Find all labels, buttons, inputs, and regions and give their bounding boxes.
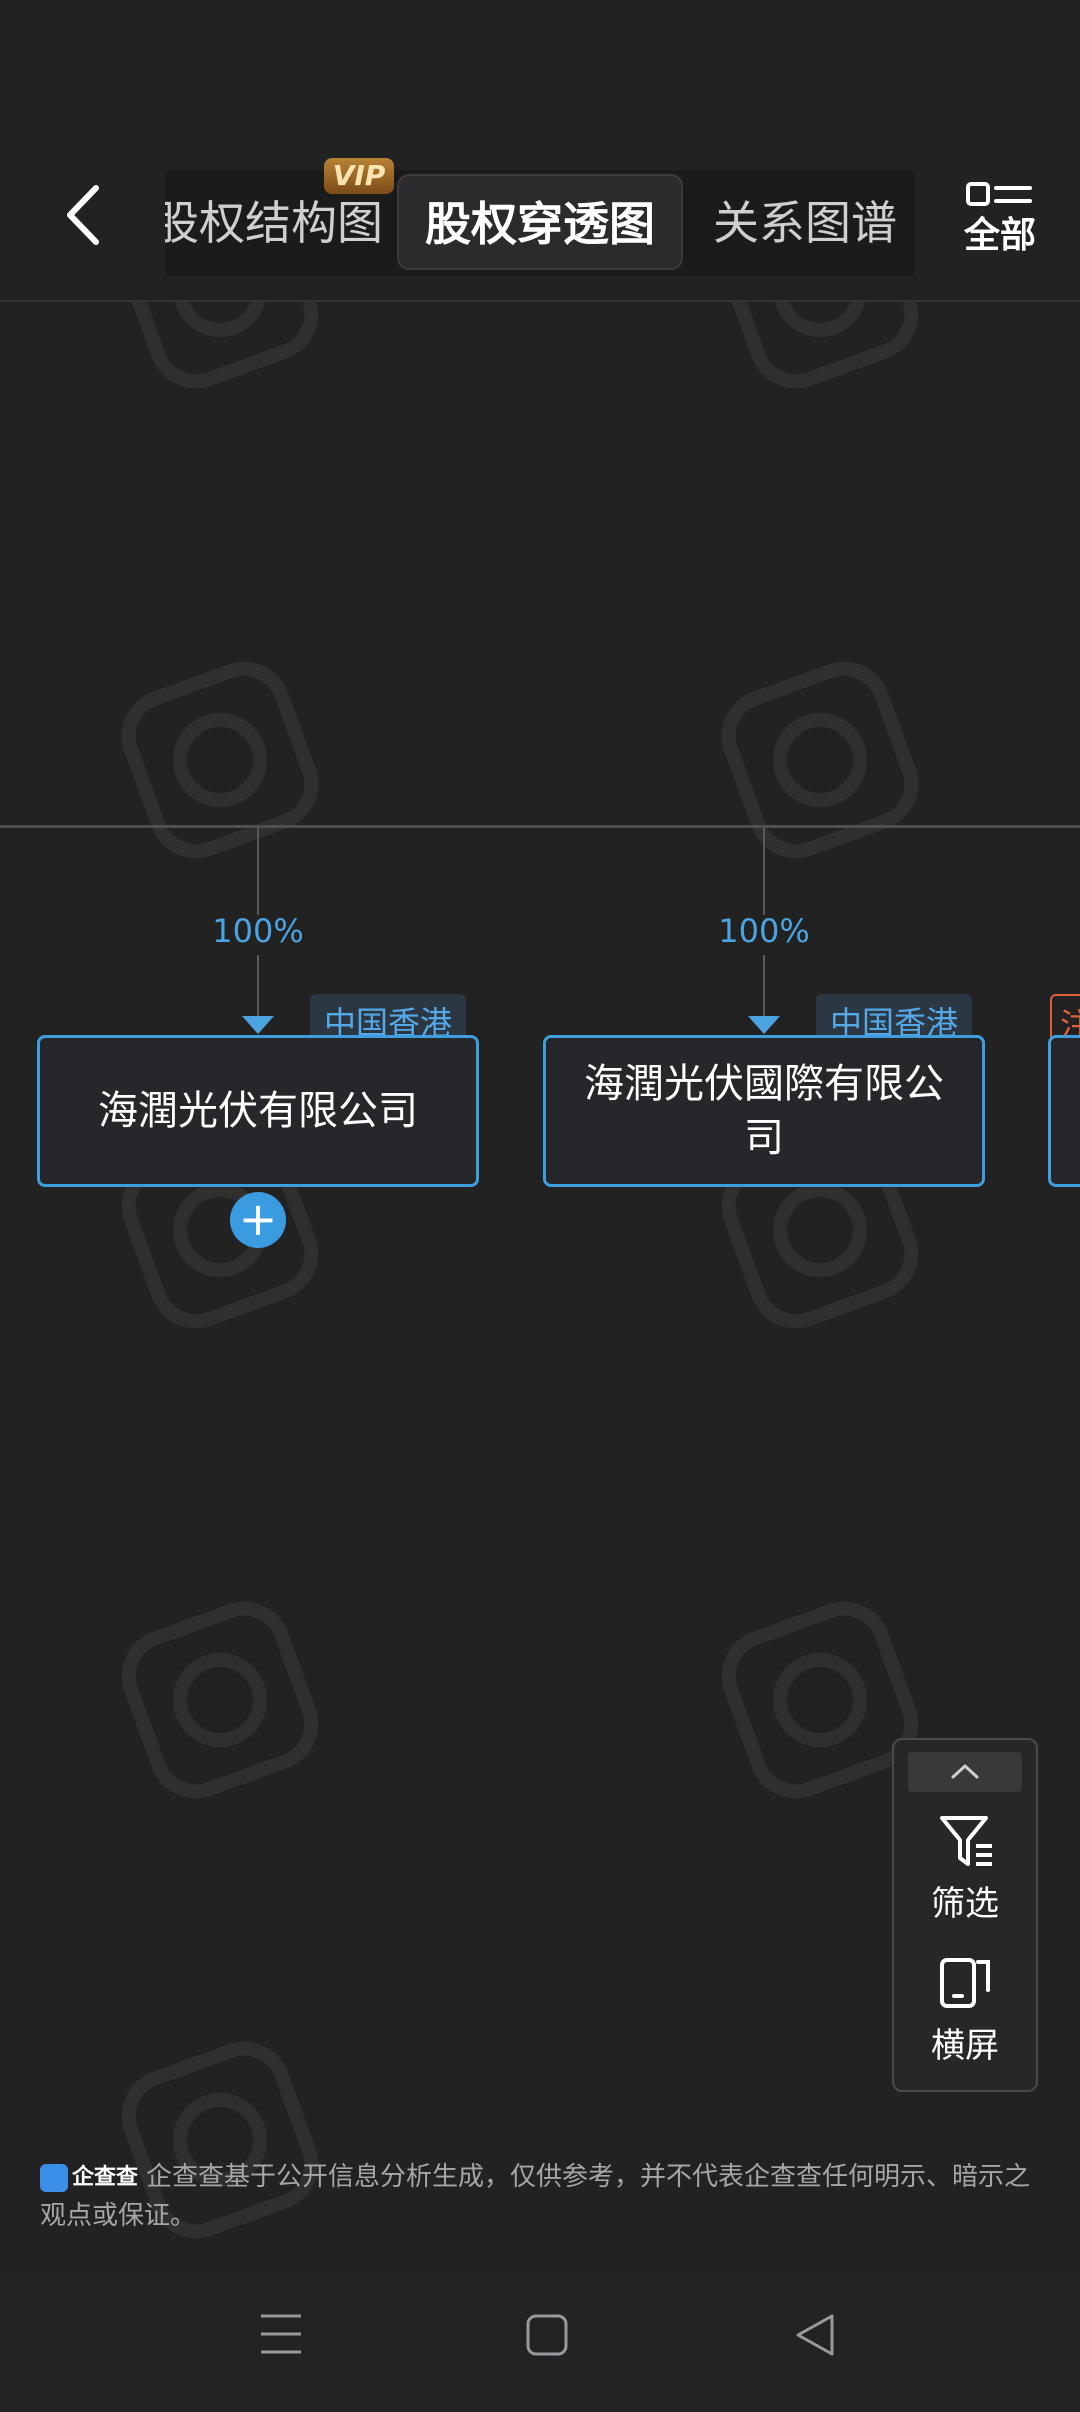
tab-equity-penetration[interactable]: 股权穿透图 bbox=[397, 174, 683, 270]
arrow-down-icon bbox=[748, 1016, 780, 1034]
all-menu-icon[interactable] bbox=[966, 182, 1032, 208]
disclaimer-text: 企查查基于公开信息分析生成，仅供参考，并不代表企查查任何明示、暗示之观点或保证。 bbox=[40, 2162, 1031, 2231]
qcc-logo-icon bbox=[40, 2163, 68, 2192]
menu-nav-icon[interactable] bbox=[258, 2312, 304, 2356]
percent-label: 100% bbox=[718, 912, 810, 950]
qcc-logo: 企查查 bbox=[40, 2158, 138, 2197]
connector-line bbox=[763, 827, 765, 915]
company-node-partial[interactable] bbox=[1048, 1035, 1080, 1187]
landscape-button-label[interactable]: 横屏 bbox=[892, 2018, 1038, 2067]
connector-line bbox=[763, 955, 765, 1017]
all-button-label[interactable]: 全部 bbox=[950, 206, 1050, 258]
qcc-logo-text: 企查查 bbox=[72, 2164, 139, 2190]
expand-button[interactable]: + bbox=[230, 1192, 286, 1248]
back-nav-icon[interactable] bbox=[792, 2312, 836, 2358]
company-node[interactable]: 海潤光伏國際有限公司 bbox=[543, 1035, 985, 1187]
tab-bar: 股权结构图 股权穿透图 关系图谱 bbox=[165, 170, 915, 276]
connector-line bbox=[257, 955, 259, 1017]
disclaimer: 企查查 企查查基于公开信息分析生成，仅供参考，并不代表企查查任何明示、暗示之观点或… bbox=[40, 2158, 1040, 2235]
home-nav-icon[interactable] bbox=[526, 2314, 568, 2356]
company-node[interactable]: 海潤光伏有限公司 bbox=[37, 1035, 479, 1187]
connector-line bbox=[257, 827, 259, 915]
landscape-icon[interactable] bbox=[938, 1956, 994, 2010]
filter-icon[interactable] bbox=[938, 1814, 994, 1868]
filter-button-label[interactable]: 筛选 bbox=[892, 1876, 1038, 1925]
arrow-down-icon bbox=[242, 1016, 274, 1034]
tab-relationship-graph[interactable]: 关系图谱 bbox=[713, 170, 915, 276]
watermark-logo bbox=[121, 661, 319, 859]
vip-badge: VIP bbox=[324, 158, 394, 194]
tree-connector-line bbox=[0, 825, 1080, 828]
watermark-logo bbox=[121, 1601, 319, 1799]
back-arrow-icon[interactable] bbox=[58, 180, 108, 250]
chevron-up-icon bbox=[951, 1764, 979, 1779]
percent-label: 100% bbox=[212, 912, 304, 950]
watermark-logo bbox=[721, 661, 919, 859]
